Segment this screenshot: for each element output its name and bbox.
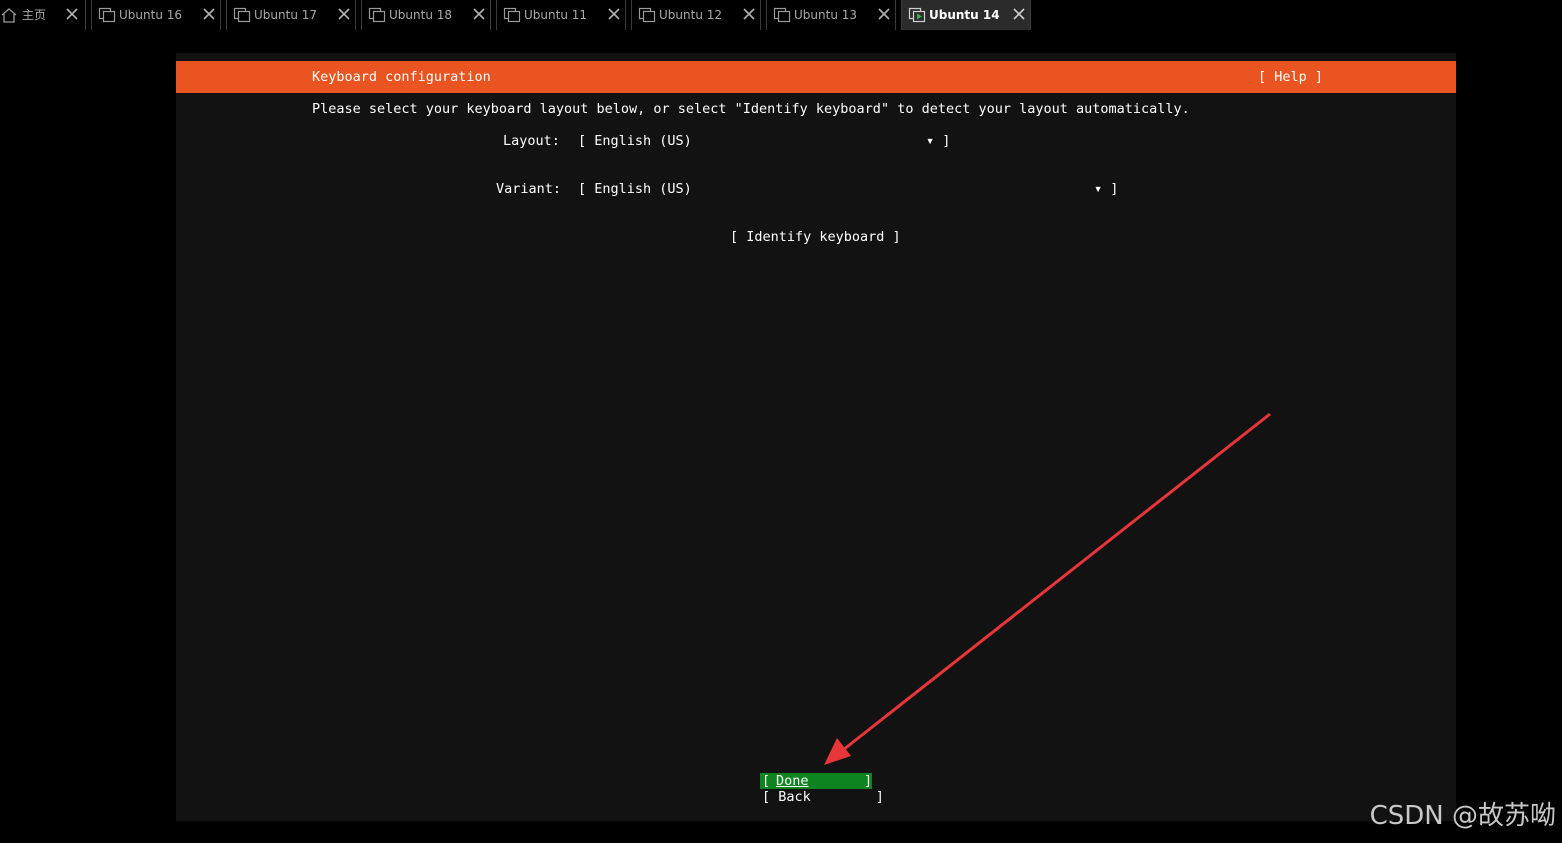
arrow-line [842,412,1271,752]
arrow-head [824,738,851,765]
annotation-arrow [824,412,1271,765]
watermark: CSDN @故苏呦 [1369,801,1556,831]
